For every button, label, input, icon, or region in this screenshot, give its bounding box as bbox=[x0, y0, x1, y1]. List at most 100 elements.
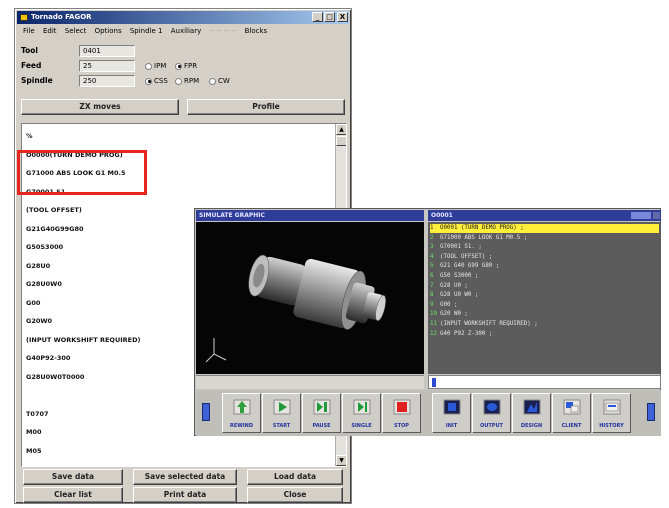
radio-css-dot bbox=[145, 77, 152, 85]
clear-list-button[interactable]: Clear list bbox=[23, 487, 123, 503]
radio-cw[interactable]: CW bbox=[209, 77, 230, 85]
program-line[interactable]: 11 (INPUT WORKSHIFT REQUIRED) ; bbox=[430, 320, 659, 329]
scroll-thumb[interactable] bbox=[336, 136, 346, 146]
history-label: HISTORY bbox=[599, 423, 624, 429]
program-line[interactable]: 9 G00 ; bbox=[430, 301, 659, 310]
stop-button[interactable]: STOP bbox=[382, 393, 421, 433]
play-icon bbox=[273, 399, 291, 415]
program-line[interactable]: 3 G70001 S1. ; bbox=[430, 243, 659, 252]
rewind-button[interactable]: REWIND bbox=[222, 393, 261, 433]
program-line[interactable]: 5 G21 G40 G99 G80 ; bbox=[430, 262, 659, 271]
list-item[interactable]: % bbox=[26, 127, 332, 146]
line-text: G50 S3000 ; bbox=[440, 273, 479, 279]
menu-disabled: -- -- -- -- bbox=[209, 27, 237, 35]
line-number: 7 bbox=[430, 282, 434, 289]
simulation-viewport[interactable] bbox=[196, 222, 424, 374]
pause-label: PAUSE bbox=[312, 423, 331, 429]
line-text: G21 G40 G99 G80 ; bbox=[440, 263, 500, 270]
program-close-icon[interactable] bbox=[653, 212, 660, 219]
line-text: G20 W0 ; bbox=[440, 311, 468, 318]
single-button[interactable]: SINGLE bbox=[342, 393, 381, 433]
scroll-up-icon[interactable]: ▲ bbox=[336, 124, 346, 135]
radio-rpm-label: RPM bbox=[184, 77, 200, 85]
program-line[interactable]: 2 G71000 ABS LOOK G1 M0.5 ; bbox=[430, 234, 659, 243]
radio-cw-label: CW bbox=[218, 77, 230, 85]
client-button[interactable]: CLIENT bbox=[552, 393, 591, 433]
profile-button[interactable]: Profile bbox=[187, 99, 345, 115]
program-input-field[interactable] bbox=[428, 375, 661, 389]
line-number: 9 bbox=[430, 301, 434, 308]
init-icon bbox=[443, 399, 461, 415]
radio-css[interactable]: CSS bbox=[145, 77, 168, 85]
client-icon bbox=[563, 399, 581, 415]
list-item[interactable]: M05 bbox=[26, 442, 332, 461]
line-number: 11 bbox=[430, 321, 437, 327]
zx-moves-button[interactable]: ZX moves bbox=[21, 99, 179, 115]
menu-blocks[interactable]: Blocks bbox=[245, 25, 268, 37]
single-label: SINGLE bbox=[351, 423, 372, 429]
line-text: G71000 ABS LOOK G1 M0.5 ; bbox=[440, 234, 528, 241]
program-badge bbox=[631, 212, 651, 219]
save-selected-data-button[interactable]: Save selected data bbox=[133, 469, 237, 485]
pause-button[interactable]: PAUSE bbox=[302, 393, 341, 433]
window-title: Tornado FAGOR bbox=[31, 13, 92, 21]
radio-ipm-dot bbox=[145, 62, 152, 70]
history-button[interactable]: HISTORY bbox=[592, 393, 631, 433]
feed-field[interactable]: 25 bbox=[79, 60, 135, 72]
close-window-button[interactable]: X bbox=[337, 12, 348, 22]
line-text: G70001 S1. ; bbox=[440, 244, 482, 251]
line-text: G00 ; bbox=[440, 301, 458, 308]
tool-label: Tool bbox=[21, 46, 38, 55]
radio-fpr[interactable]: FPR bbox=[175, 62, 197, 70]
close-button[interactable]: Close bbox=[247, 487, 343, 503]
menu-edit[interactable]: Edit bbox=[43, 25, 57, 37]
red-highlight-annotation bbox=[17, 150, 147, 195]
print-data-button[interactable]: Print data bbox=[133, 487, 237, 503]
output-button[interactable]: OUTPUT bbox=[472, 393, 511, 433]
stop-icon bbox=[393, 399, 411, 415]
init-button[interactable]: INIT bbox=[432, 393, 471, 433]
line-text: (TOOL OFFSET) ; bbox=[440, 253, 493, 260]
window-titlebar[interactable]: Tornado FAGOR _ □ X bbox=[17, 11, 349, 24]
output-icon bbox=[483, 399, 501, 415]
line-text: G40 P92 Z-300 ; bbox=[440, 330, 493, 337]
radio-fpr-label: FPR bbox=[184, 62, 198, 70]
program-line[interactable]: 8 G28 U0 W0 ; bbox=[430, 291, 659, 300]
init-label: INIT bbox=[445, 423, 458, 429]
radio-rpm[interactable]: RPM bbox=[175, 77, 199, 85]
design-button[interactable]: DESIGN bbox=[512, 393, 551, 433]
single-step-icon bbox=[353, 399, 371, 415]
menu-options[interactable]: Options bbox=[95, 25, 122, 37]
minimize-button[interactable]: _ bbox=[312, 12, 323, 22]
program-line[interactable]: 10 G20 W0 ; bbox=[430, 310, 659, 319]
program-line[interactable]: 6 G50 S3000 ; bbox=[430, 272, 659, 281]
toolbar-next-icon[interactable] bbox=[647, 403, 655, 421]
start-button[interactable]: START bbox=[262, 393, 301, 433]
scroll-down-icon[interactable]: ▼ bbox=[336, 455, 346, 466]
program-line[interactable]: 7 G28 U0 ; bbox=[430, 282, 659, 291]
input-caret bbox=[432, 378, 436, 387]
spindle-field[interactable]: 250 bbox=[79, 75, 135, 87]
program-title: O0001 bbox=[431, 212, 453, 219]
menu-auxiliary[interactable]: Auxiliary bbox=[171, 25, 202, 37]
load-data-button[interactable]: Load data bbox=[247, 469, 343, 485]
toolbar-prev-icon[interactable] bbox=[202, 403, 210, 421]
program-line[interactable]: 1 O0001 (TURN DEMO PROG) ; bbox=[430, 224, 659, 234]
save-data-button[interactable]: Save data bbox=[23, 469, 123, 485]
line-number: 12 bbox=[430, 330, 437, 337]
workpiece-render bbox=[205, 254, 386, 363]
line-number: 5 bbox=[430, 263, 434, 270]
radio-ipm[interactable]: IPM bbox=[145, 62, 166, 70]
maximize-button[interactable]: □ bbox=[324, 12, 335, 22]
line-text: (INPUT WORKSHIFT REQUIRED) ; bbox=[440, 321, 538, 327]
program-line[interactable]: 12 G40 P92 Z-300 ; bbox=[430, 330, 659, 339]
menu-select[interactable]: Select bbox=[65, 25, 87, 37]
cnc-program-list[interactable]: 1 O0001 (TURN DEMO PROG) ; 2 G71000 ABS LO… bbox=[428, 222, 661, 374]
cnc-simulator-panel: SIMULATE GRAPHIC O0001 1 O0001 (TURN DEM… bbox=[194, 208, 661, 436]
tool-field[interactable]: 0401 bbox=[79, 45, 135, 57]
program-line[interactable]: 4 (TOOL OFFSET) ; bbox=[430, 253, 659, 262]
menu-spindle[interactable]: Spindle 1 bbox=[130, 25, 163, 37]
rewind-label: REWIND bbox=[230, 423, 253, 429]
menu-file[interactable]: File bbox=[23, 25, 35, 37]
simulator-title: SIMULATE GRAPHIC bbox=[196, 210, 424, 221]
